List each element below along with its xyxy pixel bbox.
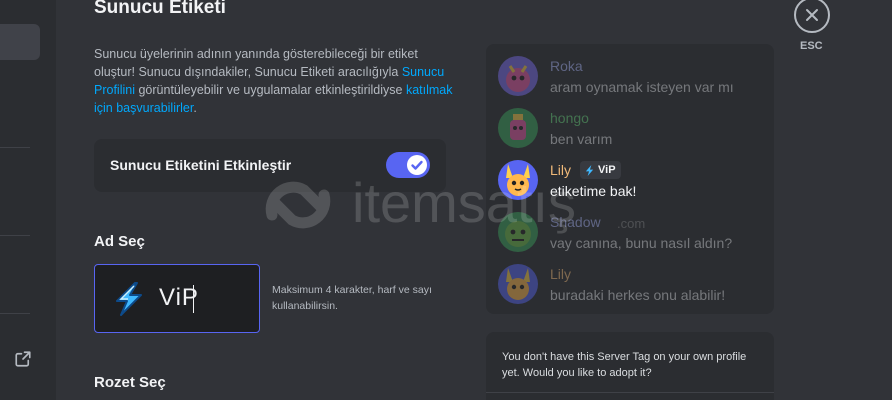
server-tag-text: ViP bbox=[598, 164, 616, 176]
description-text: . bbox=[193, 101, 197, 115]
lightning-bolt-icon bbox=[585, 164, 594, 176]
description-text: Sunucu üyelerinin adının yanında göstere… bbox=[94, 47, 418, 79]
message-author: Lily bbox=[550, 266, 572, 282]
description: Sunucu üyelerinin adının yanında göstere… bbox=[94, 45, 454, 117]
message-author: Shadow bbox=[550, 214, 601, 230]
chat-preview: Roka aram oynamak isteyen var mı hongo b… bbox=[486, 44, 774, 314]
avatar bbox=[498, 108, 538, 148]
description-text: görüntüleyebilir ve uygulamalar etkinleş… bbox=[135, 83, 406, 97]
check-icon bbox=[411, 160, 423, 170]
sidebar-selected-item[interactable] bbox=[0, 24, 40, 60]
close-icon bbox=[806, 9, 818, 21]
chat-message: Lily buradaki herkes onu alabilir! bbox=[498, 264, 768, 312]
main-content: Sunucu Etiketi Sunucu üyelerinin adının … bbox=[56, 0, 892, 400]
server-tag-badge: ViP bbox=[580, 161, 621, 179]
avatar bbox=[498, 264, 538, 304]
enable-tag-label: Sunucu Etiketini Etkinleştir bbox=[110, 157, 292, 173]
avatar bbox=[498, 160, 538, 200]
settings-sidebar bbox=[0, 0, 56, 400]
message-text: vay canına, bunu nasıl aldın? bbox=[550, 235, 733, 251]
chat-message: Roka aram oynamak isteyen var mı bbox=[498, 56, 768, 104]
chat-message: hongo ben varım bbox=[498, 108, 768, 156]
message-text: ben varım bbox=[550, 131, 613, 147]
message-text: etiketime bak! bbox=[550, 183, 637, 199]
message-text: buradaki herkes onu alabilir! bbox=[550, 287, 726, 303]
sidebar-divider bbox=[0, 313, 30, 314]
divider bbox=[486, 392, 774, 393]
adopt-tag-text: You don't have this Server Tag on your o… bbox=[502, 351, 747, 379]
avatar bbox=[498, 56, 538, 96]
message-author: Lily bbox=[550, 162, 572, 178]
toggle-knob bbox=[407, 155, 427, 175]
text-caret bbox=[193, 285, 194, 313]
message-text: aram oynamak isteyen var mı bbox=[550, 79, 734, 95]
badge-section-heading: Rozet Seç bbox=[94, 374, 166, 391]
chat-message-highlighted: Lily ViP etiketime bak! bbox=[498, 160, 768, 208]
avatar bbox=[498, 212, 538, 252]
message-author: Roka bbox=[550, 58, 583, 74]
external-link-icon[interactable] bbox=[14, 350, 32, 368]
tag-name-input[interactable]: ViP bbox=[94, 264, 260, 333]
page-title: Sunucu Etiketi bbox=[94, 0, 226, 18]
name-hint: Maksimum 4 karakter, harf ve sayı kullan… bbox=[272, 284, 432, 312]
message-author: hongo bbox=[550, 110, 589, 126]
close-button[interactable] bbox=[794, 0, 830, 33]
chat-message: Shadow vay canına, bunu nasıl aldın? bbox=[498, 212, 768, 260]
lightning-bolt-icon bbox=[116, 282, 142, 316]
enable-tag-row: Sunucu Etiketini Etkinleştir bbox=[94, 139, 446, 192]
adopt-tag-box: You don't have this Server Tag on your o… bbox=[486, 332, 774, 400]
sidebar-divider bbox=[0, 235, 30, 236]
enable-tag-toggle[interactable] bbox=[386, 152, 430, 178]
esc-label: ESC bbox=[800, 40, 823, 52]
name-section-heading: Ad Seç bbox=[94, 233, 145, 250]
sidebar-divider bbox=[0, 147, 30, 148]
